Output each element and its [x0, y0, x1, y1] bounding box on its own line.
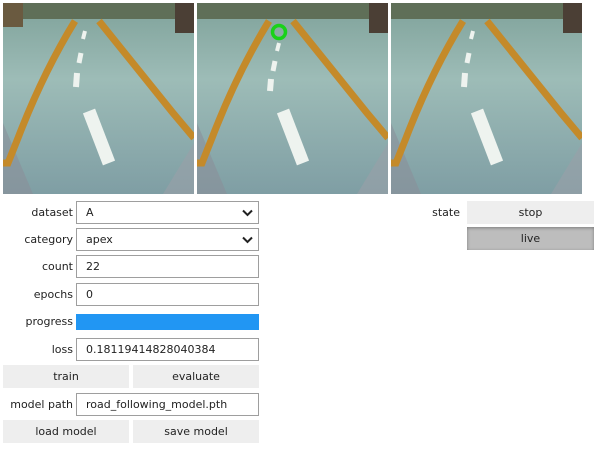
progress-row: progress — [0, 310, 262, 333]
epochs-row: epochs 0 — [0, 283, 262, 306]
dataset-select[interactable]: A — [76, 201, 259, 224]
model-path-value: road_following_model.pth — [86, 398, 228, 411]
epochs-label: epochs — [33, 288, 73, 301]
loss-value: 0.18119414828040384 — [86, 343, 216, 356]
state-stop-toggle[interactable]: stop — [467, 201, 594, 224]
count-label: count — [41, 260, 73, 273]
evaluate-button[interactable]: evaluate — [133, 365, 259, 388]
count-value: 22 — [86, 260, 100, 273]
road-scene-1 — [3, 3, 194, 194]
road-scene-2 — [197, 3, 388, 194]
state-label: state — [432, 206, 460, 219]
loss-field[interactable]: 0.18119414828040384 — [76, 338, 259, 361]
model-path-label: model path — [10, 398, 73, 411]
app-root: dataset A category apex count 22 epochs … — [0, 0, 600, 466]
dataset-label: dataset — [31, 206, 73, 219]
dataset-row: dataset A — [0, 201, 262, 224]
load-model-button[interactable]: load model — [3, 420, 129, 443]
loss-label: loss — [51, 343, 73, 356]
count-row: count 22 — [0, 255, 262, 278]
state-live-toggle[interactable]: live — [467, 227, 594, 250]
category-select[interactable]: apex — [76, 228, 259, 251]
category-label: category — [24, 233, 73, 246]
chevron-down-icon — [242, 209, 253, 217]
category-row: category apex — [0, 228, 262, 251]
train-button[interactable]: train — [3, 365, 129, 388]
progress-label: progress — [25, 315, 74, 328]
progress-fill — [76, 314, 259, 330]
camera-image-3[interactable] — [391, 3, 582, 194]
dataset-value: A — [86, 206, 94, 219]
epochs-field[interactable]: 0 — [76, 283, 259, 306]
model-path-field[interactable]: road_following_model.pth — [76, 393, 259, 416]
chevron-down-icon — [242, 236, 253, 244]
count-field[interactable]: 22 — [76, 255, 259, 278]
save-model-button[interactable]: save model — [133, 420, 259, 443]
progress-bar — [76, 314, 259, 330]
road-scene-3 — [391, 3, 582, 194]
epochs-value: 0 — [86, 288, 93, 301]
model-path-row: model path road_following_model.pth — [0, 393, 262, 416]
loss-row: loss 0.18119414828040384 — [0, 338, 262, 361]
camera-image-2[interactable] — [197, 3, 388, 194]
category-value: apex — [86, 233, 113, 246]
camera-image-1[interactable] — [3, 3, 194, 194]
